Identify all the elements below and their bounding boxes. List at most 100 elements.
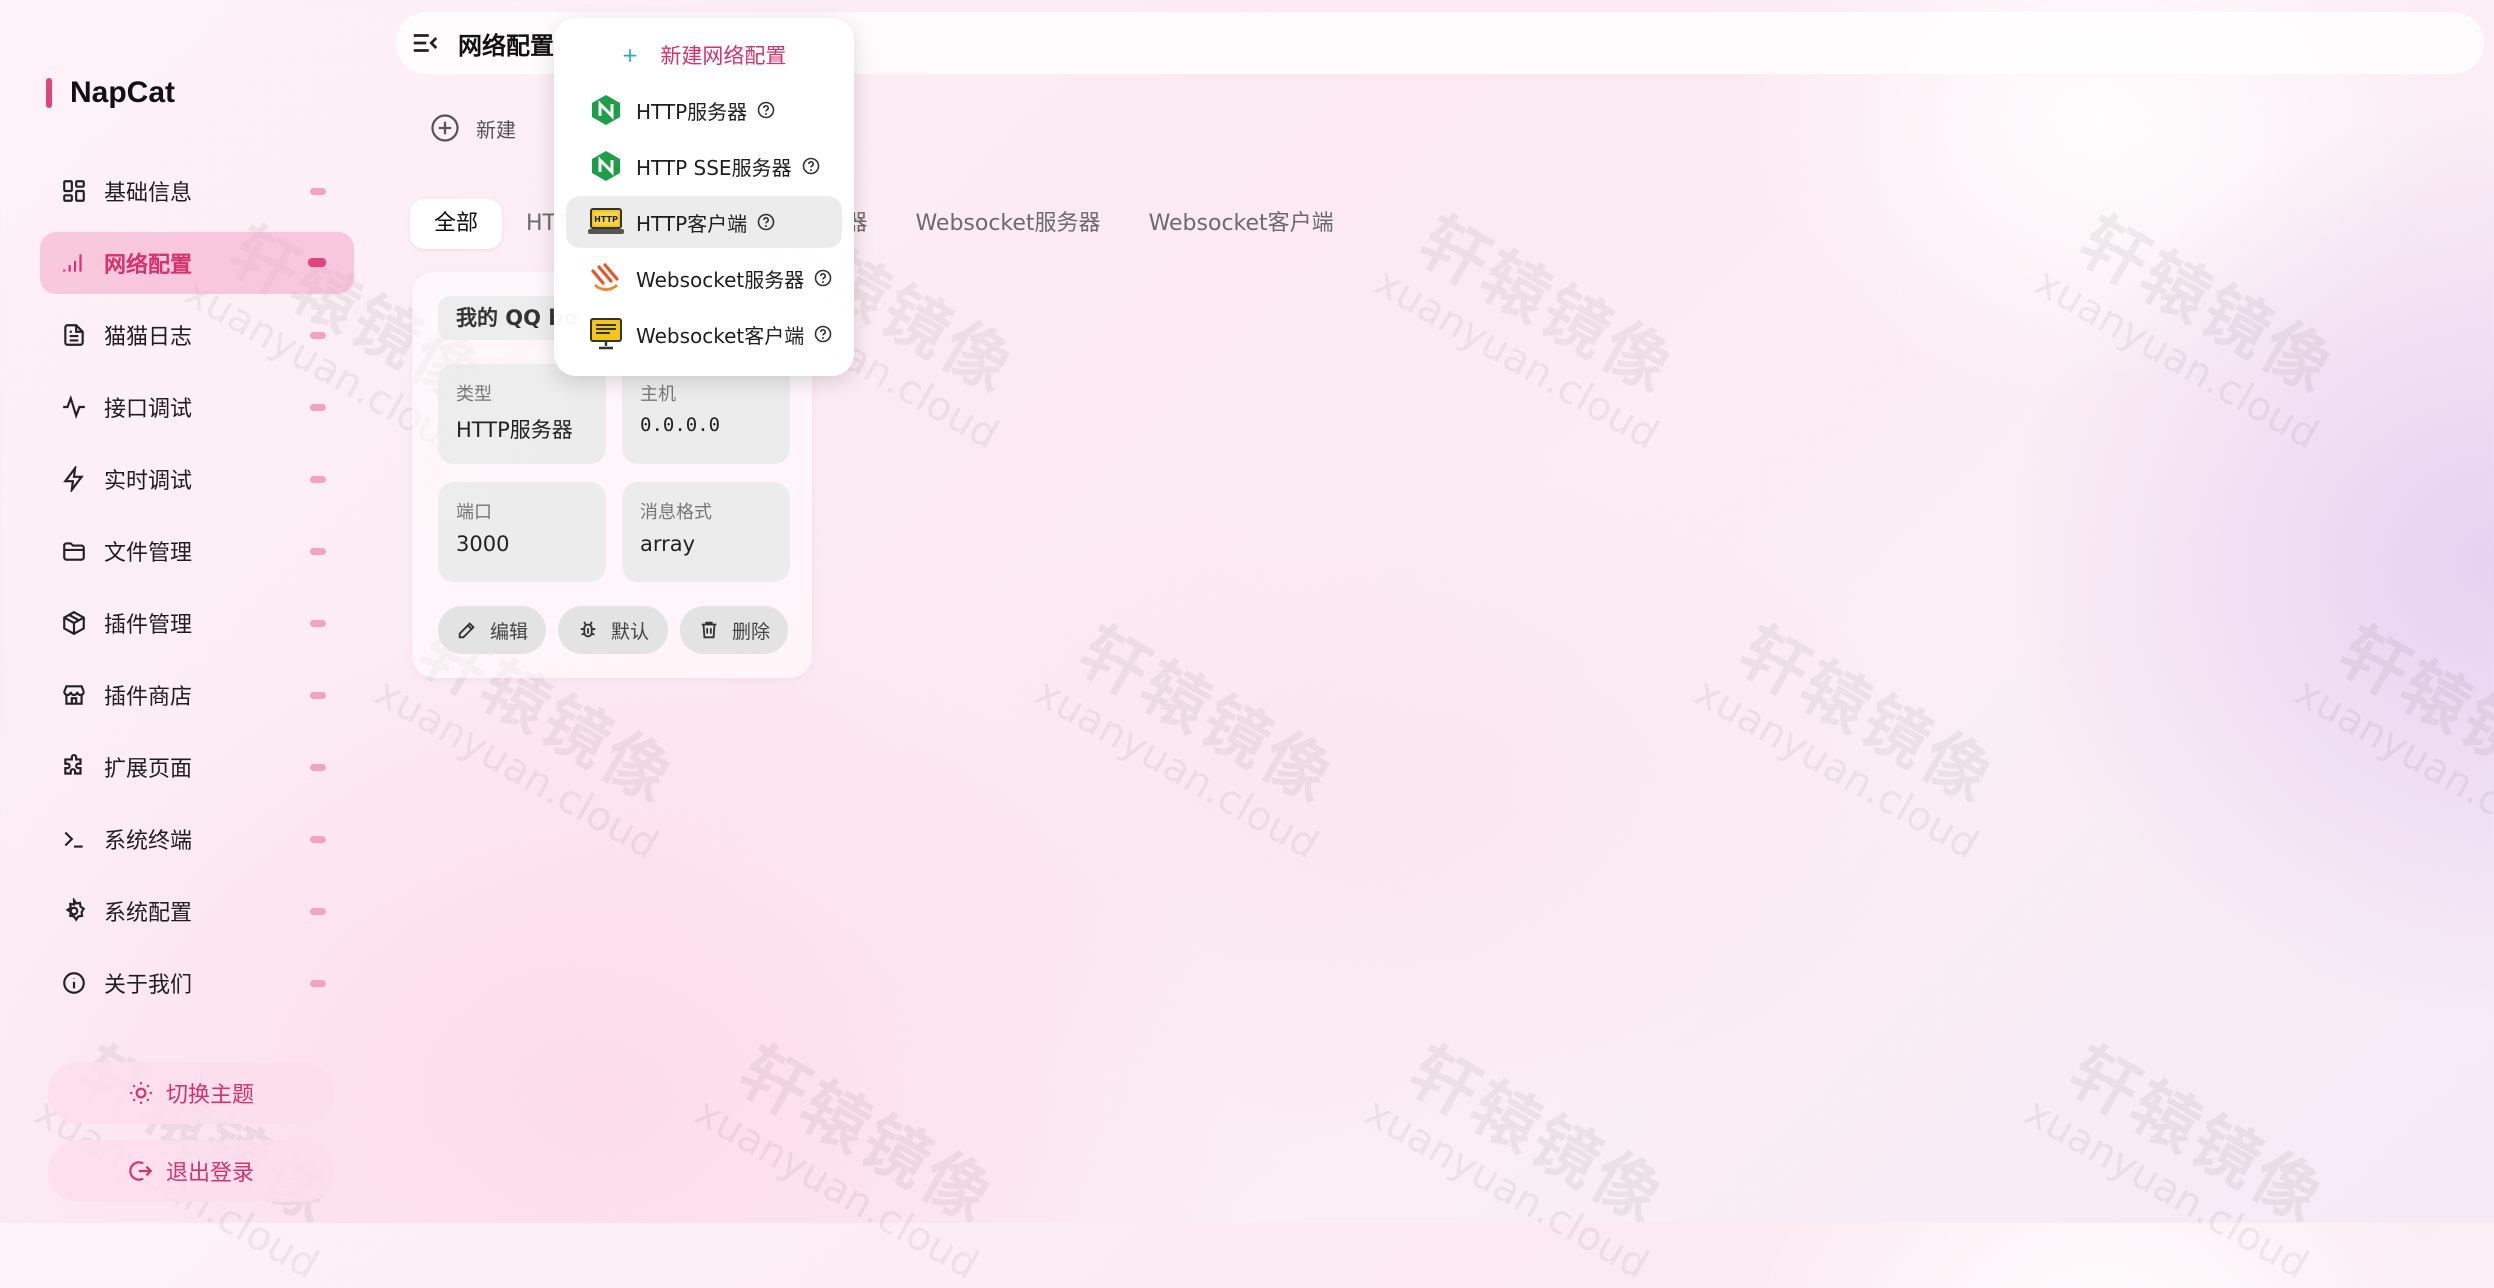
plus-icon: + (621, 43, 639, 67)
sidebar-item-about[interactable]: 关于我们 (40, 952, 354, 1014)
sidebar-item-label: 扩展页面 (104, 757, 193, 782)
puzzle-icon (60, 753, 88, 781)
watermark: 轩辕镜像xuanyuan.cloud (1026, 612, 1348, 869)
sidebar-item-extension-pages[interactable]: 扩展页面 (40, 736, 354, 798)
sidebar-item-label: 插件商店 (104, 685, 193, 710)
field-type: 类型 HTTP服务器 (438, 364, 606, 464)
sidebar-item-indicator (310, 692, 326, 699)
tab-websocket-client[interactable]: Websocket客户端 (1125, 199, 1358, 249)
gear-icon (60, 897, 88, 925)
field-host: 主机 0.0.0.0 (622, 364, 790, 464)
logout-button[interactable]: 退出登录 (48, 1140, 334, 1202)
help-icon[interactable] (757, 213, 775, 231)
folder-icon (60, 537, 88, 565)
dropdown-item-http-client[interactable]: HTTP HTTP客户端 (566, 196, 842, 248)
delete-button[interactable]: 删除 (680, 606, 788, 654)
sidebar-item-api-debug[interactable]: 接口调试 (40, 376, 354, 438)
sidebar-item-terminal[interactable]: 系统终端 (40, 808, 354, 870)
config-type-tabs: 全部 HTTP服务器 HTTP SSE服务器 Websocket服务器 Webs… (410, 196, 1358, 252)
edit-label: 编辑 (489, 620, 528, 643)
tab-websocket-server[interactable]: Websocket服务器 (891, 199, 1124, 249)
dropdown-item-label: HTTP服务器 (636, 99, 748, 124)
sidebar-item-label: 系统配置 (104, 901, 193, 926)
sidebar-item-indicator (310, 332, 326, 339)
sidebar-item-indicator (310, 188, 326, 195)
sidebar-item-indicator (310, 548, 326, 555)
sidebar-item-plugin-manager[interactable]: 插件管理 (40, 592, 354, 654)
dropdown-item-websocket-client[interactable]: Websocket客户端 (566, 308, 842, 360)
trash-icon (701, 621, 717, 639)
dropdown-header[interactable]: + 新建网络配置 (554, 38, 854, 72)
edit-button[interactable]: 编辑 (438, 606, 546, 654)
new-config-button[interactable]: 新建 (430, 108, 516, 148)
sidebar-item-label: 文件管理 (104, 541, 193, 566)
dropdown-item-websocket-server[interactable]: Websocket服务器 (566, 252, 842, 304)
field-value: array (640, 532, 696, 556)
sidebar-item-realtime-debug[interactable]: 实时调试 (40, 448, 354, 510)
websocket-server-icon (588, 260, 624, 296)
sidebar-item-basic-info[interactable]: 基础信息 (40, 160, 354, 222)
sidebar-item-indicator (310, 908, 326, 915)
dropdown-item-http-sse-server[interactable]: HTTP SSE服务器 (566, 140, 842, 192)
sidebar-item-logs[interactable]: 猫猫日志 (40, 304, 354, 366)
nginx-icon (588, 92, 624, 128)
logout-icon (129, 1161, 153, 1181)
help-icon[interactable] (814, 325, 832, 343)
new-config-label: 新建 (476, 117, 516, 142)
watermark: 轩辕镜像xuanyuan.cloud (1356, 1032, 1678, 1288)
brand[interactable]: NapCat (46, 76, 175, 110)
sidebar-item-indicator (310, 476, 326, 483)
sidebar-item-indicator (308, 258, 326, 267)
help-icon[interactable] (757, 101, 775, 119)
field-label: 类型 (456, 384, 492, 405)
field-label: 端口 (456, 502, 492, 523)
watermark: 轩辕镜像xuanyuan.cloud (2016, 1032, 2338, 1288)
field-value: 3000 (456, 532, 510, 556)
terminal-icon (60, 825, 88, 853)
sidebar-item-label: 网络配置 (104, 253, 193, 278)
log-file-icon (60, 321, 88, 349)
help-icon[interactable] (802, 157, 820, 175)
sidebar-item-plugin-store[interactable]: 插件商店 (40, 664, 354, 726)
sidebar-item-label: 基础信息 (104, 181, 193, 206)
info-icon (60, 969, 88, 997)
tab-all[interactable]: 全部 (410, 199, 503, 249)
sidebar-item-file-manager[interactable]: 文件管理 (40, 520, 354, 582)
svg-text:HTTP: HTTP (594, 215, 618, 224)
signal-icon (60, 249, 88, 277)
watermark: 轩辕镜像xuanyuan.cloud (686, 1032, 1008, 1288)
bug-icon (580, 621, 596, 638)
dropdown-item-http-server[interactable]: HTTP服务器 (566, 84, 842, 136)
sidebar-item-label: 实时调试 (104, 469, 193, 494)
sidebar-item-indicator (310, 764, 326, 771)
field-label: 消息格式 (640, 502, 712, 523)
websocket-client-icon (588, 316, 624, 352)
bolt-icon (60, 465, 88, 493)
pencil-icon (458, 622, 475, 639)
help-icon[interactable] (814, 269, 832, 287)
new-config-dropdown: + 新建网络配置 HTTP服务器 HTTP SSE服务器 HTTP HTTP客户… (554, 18, 854, 376)
default-button[interactable]: 默认 (558, 606, 668, 654)
package-icon (60, 609, 88, 637)
sidebar-item-label: 系统终端 (104, 829, 193, 854)
field-value: HTTP服务器 (456, 418, 573, 442)
sidebar-item-label: 猫猫日志 (104, 325, 193, 350)
sidebar: NapCat 基础信息 网络配置 猫猫日志 接口调试 实时调试 文件管理 插件管… (0, 0, 370, 1223)
watermark: 轩辕镜像xuanyuan.cloud (2026, 202, 2348, 459)
store-icon (60, 681, 88, 709)
sidebar-item-system-config[interactable]: 系统配置 (40, 880, 354, 942)
toggle-theme-button[interactable]: 切换主题 (48, 1062, 334, 1124)
toggle-theme-label: 切换主题 (165, 1083, 254, 1108)
field-port: 端口 3000 (438, 482, 606, 582)
sidebar-nav: 基础信息 网络配置 猫猫日志 接口调试 实时调试 文件管理 插件管理 插件商店 … (40, 160, 354, 1024)
page-title: 网络配置 (458, 31, 554, 60)
http-laptop-icon: HTTP (588, 204, 624, 240)
plus-circle-icon (431, 114, 459, 142)
field-value: 0.0.0.0 (640, 414, 721, 436)
nginx-icon (588, 148, 624, 184)
sun-icon (130, 1082, 152, 1104)
dropdown-item-label: HTTP SSE服务器 (636, 155, 792, 180)
sidebar-item-network-config[interactable]: 网络配置 (40, 232, 354, 294)
watermark: 轩辕镜像xuanyuan.cloud (2286, 612, 2494, 869)
menu-toggle-icon[interactable] (410, 28, 440, 58)
